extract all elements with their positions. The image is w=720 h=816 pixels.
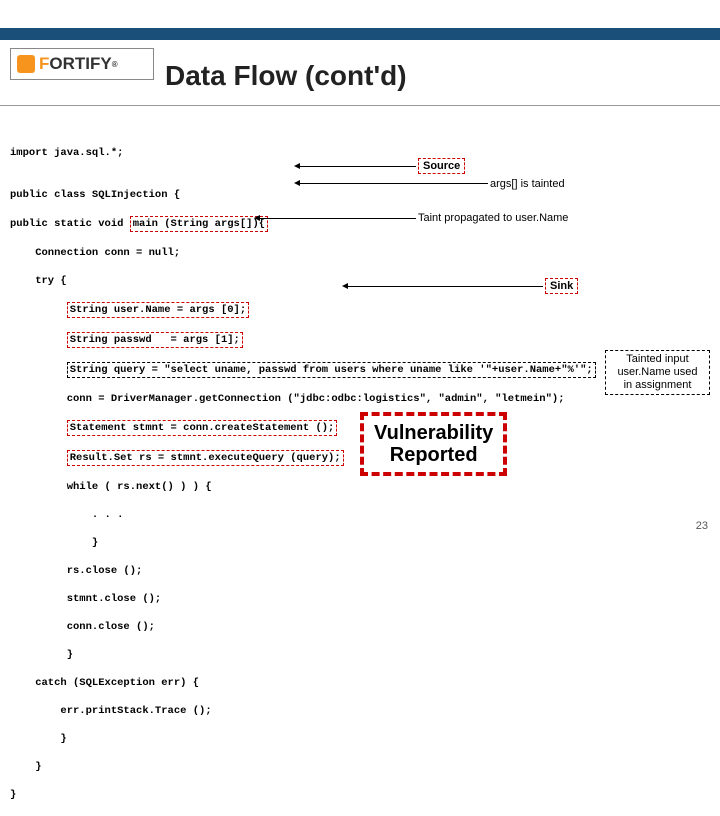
fortify-logo: FORTIFY® [10, 48, 154, 80]
code-l7: String user.Name = args [0]; [10, 302, 710, 318]
tainted-input-callout: Tainted input user.Name used in assignme… [605, 350, 710, 395]
vuln-l2: Reported [374, 444, 493, 466]
username-assign-box: String user.Name = args [0]; [67, 302, 249, 318]
arrow-sink [348, 286, 543, 287]
logo-text: ORTIFY [49, 54, 111, 74]
tainted-l3: in assignment [610, 379, 705, 392]
code-l19: } [10, 648, 710, 662]
passwd-assign-box: String passwd = args [1]; [67, 332, 243, 348]
shield-icon [17, 55, 35, 73]
statement-box: Statement stmnt = conn.createStatement (… [67, 420, 338, 436]
query-assign-box: String query = "select uname, passwd fro… [67, 362, 596, 378]
code-l13: while ( rs.next() ) ) { [10, 480, 710, 494]
slide-title: Data Flow (cont'd) [165, 60, 407, 92]
code-l20: catch (SQLException err) { [10, 676, 710, 690]
code-l3: public class SQLInjection { [10, 188, 710, 202]
main-signature-box: main (String args[]){ [130, 216, 268, 232]
args-tainted-callout: args[] is tainted [490, 178, 565, 190]
code-l16: rs.close (); [10, 564, 710, 578]
arrow-taint-prop [260, 218, 416, 219]
code-l21: err.printStack.Trace (); [10, 704, 710, 718]
logo-letter-f: F [39, 54, 49, 74]
tainted-l1: Tainted input [610, 353, 705, 366]
code-l17: stmnt.close (); [10, 592, 710, 606]
code-l1: import java.sql.*; [10, 146, 710, 160]
title-underline [0, 105, 720, 106]
vulnerability-reported-box: Vulnerability Reported [360, 412, 507, 476]
code-l18: conn.close (); [10, 620, 710, 634]
trademark-icon: ® [112, 60, 118, 69]
code-l8: String passwd = args [1]; [10, 332, 710, 348]
taint-propagated-callout: Taint propagated to user.Name [418, 212, 568, 224]
page-number: 23 [696, 520, 708, 532]
tainted-l2: user.Name used [610, 366, 705, 379]
code-l14: . . . [10, 508, 710, 522]
sink-callout: Sink [545, 278, 578, 294]
code-l22: } [10, 732, 710, 746]
code-l15: } [10, 536, 710, 550]
executequery-box: Result.Set rs = stmnt.executeQuery (quer… [67, 450, 344, 466]
top-accent-bar [0, 28, 720, 40]
code-l24: } [10, 788, 710, 802]
code-l5: Connection conn = null; [10, 246, 710, 260]
code-l23: } [10, 760, 710, 774]
source-callout: Source [418, 158, 465, 174]
arrow-source [300, 166, 416, 167]
vuln-l1: Vulnerability [374, 422, 493, 444]
arrow-args-tainted [300, 183, 488, 184]
